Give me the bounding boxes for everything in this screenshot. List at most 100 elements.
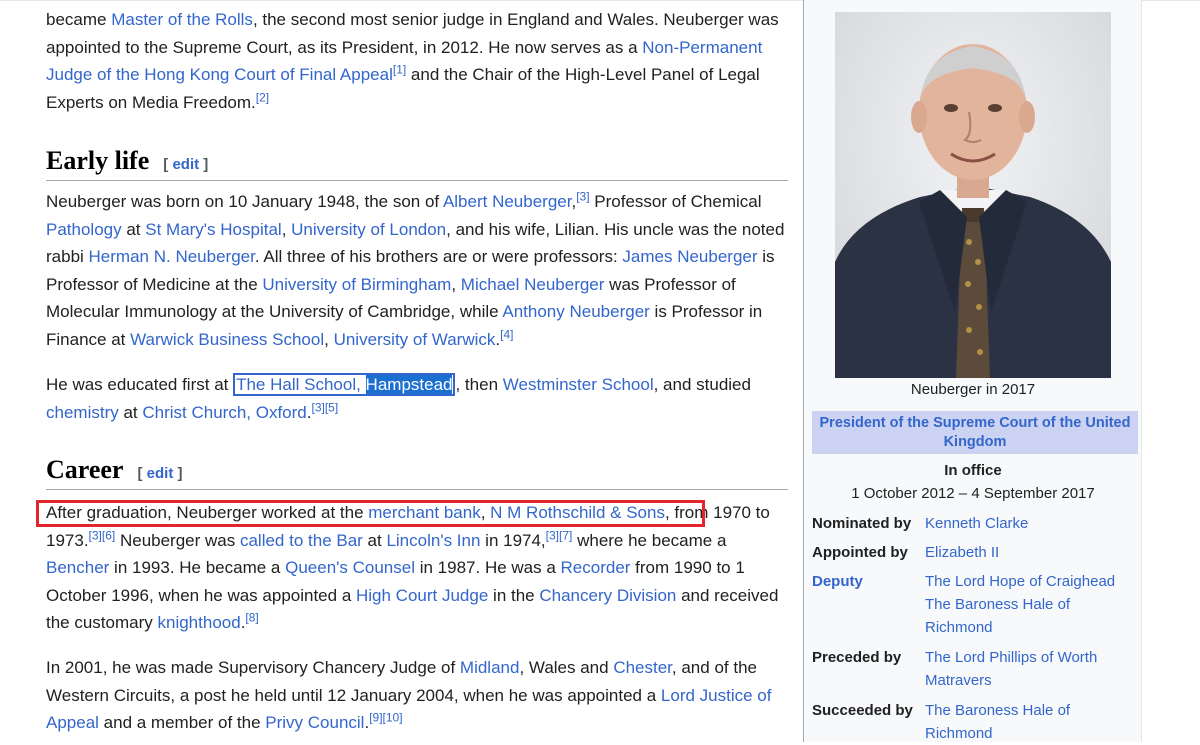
photo-caption: Neuberger in 2017 [910, 381, 1036, 398]
label-succeeded-by: Succeeded by [812, 702, 913, 719]
link-midland[interactable]: Midland [460, 658, 520, 677]
text: , and studied [653, 375, 751, 394]
link-albert-neuberger[interactable]: Albert Neuberger [443, 192, 572, 211]
ref-6[interactable]: [6] [102, 528, 115, 542]
portrait-illustration [835, 12, 1111, 378]
link-privy-council[interactable]: Privy Council [265, 713, 364, 732]
link-high-court-judge[interactable]: High Court Judge [356, 586, 488, 605]
text: at [118, 402, 143, 422]
link-label-deputy[interactable]: Deputy [812, 570, 922, 593]
text: in 1987. He was a [415, 558, 561, 577]
ref-3d[interactable]: [3] [546, 528, 559, 542]
ref-8[interactable]: [8] [245, 610, 258, 624]
link-university-of-warwick[interactable]: University of Warwick [334, 330, 496, 349]
ref-9[interactable]: [9] [369, 710, 382, 724]
heading-career: Career [ edit ] [46, 455, 182, 485]
page-edge [1141, 0, 1142, 742]
text: at [362, 530, 387, 550]
link-baroness-hale[interactable]: The Baroness Hale of Richmond [925, 596, 1070, 636]
ref-3b[interactable]: [3] [311, 400, 324, 414]
career-paragraph-2: In 2001, he was made Supervisory Chancer… [46, 654, 788, 737]
link-bencher[interactable]: Bencher [46, 558, 109, 577]
link-st-marys-hospital[interactable]: St Mary's Hospital [145, 220, 281, 239]
link-kenneth-clarke[interactable]: Kenneth Clarke [925, 512, 1135, 535]
office-title-link[interactable]: President of the Supreme Court of the Un… [820, 415, 1131, 450]
link-baroness-hale-successor[interactable]: The Baroness Hale of Richmond [925, 699, 1135, 745]
link-queens-counsel[interactable]: Queen's Counsel [285, 558, 415, 577]
in-office-label: In office [944, 462, 1002, 479]
ref-2[interactable]: [2] [256, 90, 269, 104]
office-title[interactable]: President of the Supreme Court of the Un… [812, 411, 1138, 454]
link-warwick-business-school[interactable]: Warwick Business School [130, 330, 324, 349]
text: , Wales and [519, 658, 614, 677]
text: in 1993. He became a [109, 558, 286, 577]
bracket: ] [199, 156, 209, 173]
link-chancery-division[interactable]: Chancery Division [539, 586, 676, 605]
ref-5[interactable]: [5] [325, 400, 338, 414]
text: Professor of Chemical [589, 192, 762, 211]
edit-section: [ edit ] [163, 156, 208, 173]
bracket: ] [173, 465, 183, 482]
link-lord-phillips[interactable]: The Lord Phillips of Worth Matravers [925, 646, 1135, 692]
text: Neuberger was born on 10 January 1948, t… [46, 192, 443, 211]
link-christ-church-oxford[interactable]: Christ Church, Oxford [142, 403, 306, 422]
label-appointed-by: Appointed by [812, 544, 908, 561]
text: , [281, 219, 292, 239]
ref-1[interactable]: [1] [393, 62, 406, 76]
link-elizabeth-ii[interactable]: Elizabeth II [925, 541, 1135, 564]
ref-7[interactable]: [7] [559, 528, 572, 542]
text: In 2001, he was made Supervisory Chancer… [46, 658, 460, 677]
text: Neuberger was [115, 530, 240, 550]
link-michael-neuberger[interactable]: Michael Neuberger [461, 275, 605, 294]
text: , then [455, 375, 503, 394]
label-nominated-by: Nominated by [812, 515, 912, 532]
text: where he became a [572, 530, 727, 550]
ref-10[interactable]: [10] [383, 710, 403, 724]
text: , [451, 274, 461, 294]
text: at [121, 219, 146, 239]
text: and a member of the [98, 713, 266, 732]
link-university-of-london[interactable]: University of London [291, 220, 446, 239]
text: became [46, 10, 112, 29]
portrait-photo[interactable] [835, 12, 1111, 378]
link-chemistry[interactable]: chemistry [46, 403, 119, 422]
edit-section: [ edit ] [137, 465, 182, 482]
link-lincolns-inn[interactable]: Lincoln's Inn [386, 531, 480, 550]
section-divider [46, 489, 788, 490]
link-james-neuberger[interactable]: James Neuberger [622, 247, 757, 266]
link-university-of-birmingham[interactable]: University of Birmingham [262, 275, 451, 294]
link-pathology[interactable]: Pathology [46, 220, 122, 239]
focused-link-hall-school[interactable]: The Hall School, Hampstead [233, 373, 456, 396]
link-called-to-the-bar[interactable]: called to the Bar [240, 531, 363, 550]
edit-link-career[interactable]: edit [147, 465, 174, 482]
section-divider [46, 180, 788, 181]
text: After graduation, Neuberger worked at th… [46, 503, 369, 522]
link-knighthood[interactable]: knighthood [158, 613, 241, 632]
selected-text-hampstead[interactable]: Hampstead [365, 375, 453, 394]
career-paragraph-1: After graduation, Neuberger worked at th… [46, 499, 788, 637]
text: in 1974, [480, 530, 546, 550]
ref-4[interactable]: [4] [500, 327, 513, 341]
link-master-of-the-rolls[interactable]: Master of the Rolls [111, 10, 253, 29]
link-the-hall-school[interactable]: The Hall School, [236, 375, 365, 394]
label-preceded-by: Preceded by [812, 649, 902, 666]
early-life-paragraph-1: Neuberger was born on 10 January 1948, t… [46, 188, 788, 353]
heading-text: Career [46, 455, 124, 484]
link-westminster-school[interactable]: Westminster School [503, 375, 654, 394]
ref-3[interactable]: [3] [576, 189, 589, 203]
link-herman-neuberger[interactable]: Herman N. Neuberger [89, 247, 255, 266]
edit-link-early-life[interactable]: edit [172, 156, 199, 173]
bracket: [ [137, 465, 147, 482]
ref-3c[interactable]: [3] [89, 528, 102, 542]
text: . All three of his brothers are or were … [254, 247, 623, 266]
link-anthony-neuberger[interactable]: Anthony Neuberger [502, 302, 649, 321]
link-chester[interactable]: Chester [613, 658, 672, 677]
link-lord-hope[interactable]: The Lord Hope of Craighead [925, 573, 1115, 590]
text: , [324, 329, 334, 349]
office-dates: 1 October 2012 – 4 September 2017 [851, 485, 1095, 502]
deputy-values: The Lord Hope of Craighead The Baroness … [925, 570, 1135, 639]
text: He was educated first at [46, 375, 234, 394]
link-recorder[interactable]: Recorder [561, 558, 631, 577]
link-nm-rothschild[interactable]: N M Rothschild & Sons [490, 503, 665, 522]
link-merchant-bank[interactable]: merchant bank [368, 503, 480, 522]
